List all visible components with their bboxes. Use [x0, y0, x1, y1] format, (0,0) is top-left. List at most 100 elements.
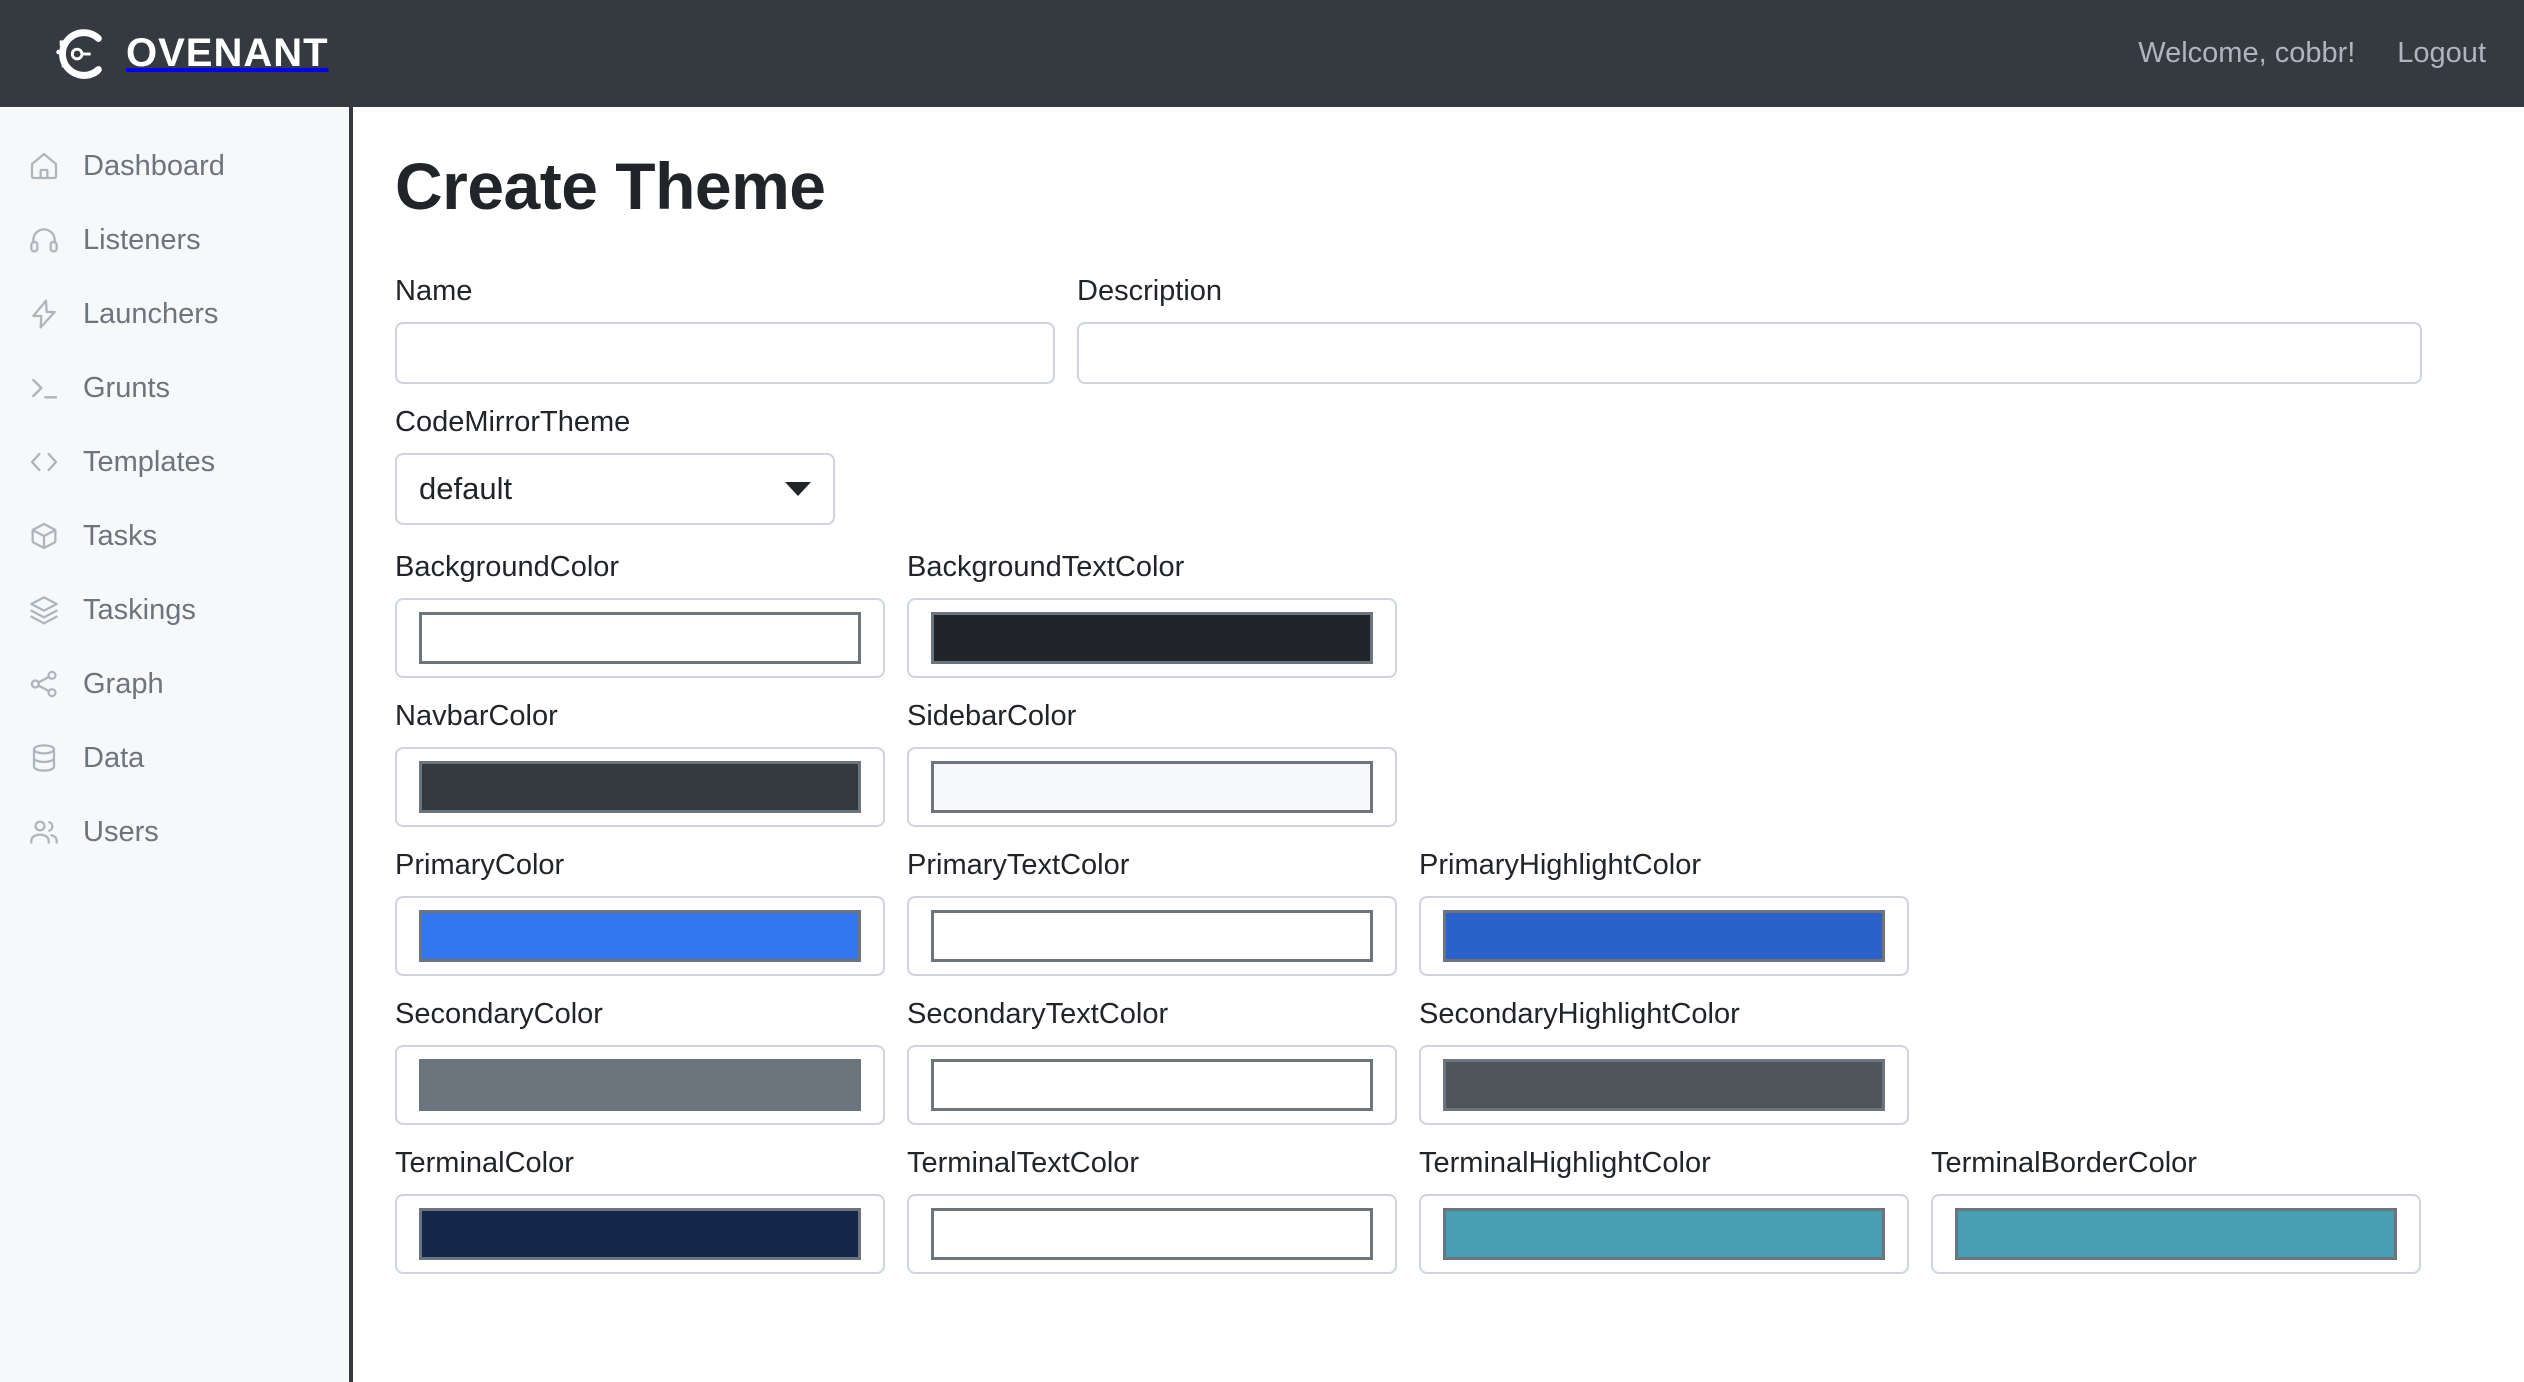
color-swatch — [931, 611, 1373, 664]
terminal-text-color-label: TerminalTextColor — [907, 1146, 1140, 1179]
terminal-border-color-picker[interactable] — [1931, 1193, 2421, 1274]
primary-text-color-label: PrimaryTextColor — [907, 848, 1130, 881]
secondary-color-group: SecondaryColor — [395, 998, 885, 1125]
welcome-message: Welcome, cobbr! — [2138, 37, 2356, 69]
color-swatch — [931, 760, 1373, 813]
primary-text-color-group: PrimaryTextColor — [907, 849, 1397, 976]
sidebar-item-templates[interactable]: Templates — [0, 425, 349, 499]
sidebar-nav: Dashboard Listeners Launchers Grunts Tem… — [0, 107, 353, 1382]
description-label: Description — [1077, 274, 1223, 307]
sidebar-item-tasks[interactable]: Tasks — [0, 499, 349, 573]
terminal-highlight-color-group: TerminalHighlightColor — [1419, 1147, 1909, 1274]
sidebar-item-data[interactable]: Data — [0, 721, 349, 795]
name-input[interactable] — [395, 321, 1055, 384]
color-row-primary: PrimaryColor PrimaryTextColor PrimaryHig… — [395, 849, 2488, 976]
brand-logo-link[interactable]: OVENANT — [50, 23, 329, 85]
terminal-text-color-picker[interactable] — [907, 1193, 1397, 1274]
codemirror-theme-group: CodeMirrorTheme default — [395, 406, 2488, 525]
brand-name: OVENANT — [126, 31, 329, 75]
logout-link[interactable]: Logout — [2397, 37, 2486, 70]
sidebar-color-label: SidebarColor — [907, 699, 1077, 732]
background-text-color-picker[interactable] — [907, 597, 1397, 678]
layers-icon — [27, 593, 61, 627]
navbar-color-label: NavbarColor — [395, 699, 558, 732]
sidebar-item-label: Templates — [83, 445, 216, 478]
sidebar-item-listeners[interactable]: Listeners — [0, 203, 349, 277]
navbar-color-group: NavbarColor — [395, 700, 885, 827]
main-content: Create Theme Name Description CodeMirror… — [357, 107, 2524, 1382]
box-icon — [27, 519, 61, 553]
navbar-right: Welcome, cobbr! Logout — [2138, 37, 2486, 70]
page-title: Create Theme — [395, 149, 826, 223]
sidebar-item-label: Grunts — [83, 371, 171, 404]
codemirror-theme-select[interactable]: default — [395, 452, 835, 525]
name-field-group: Name — [395, 275, 1055, 384]
primary-text-color-picker[interactable] — [907, 895, 1397, 976]
name-label: Name — [395, 274, 473, 307]
secondary-highlight-color-group: SecondaryHighlightColor — [1419, 998, 1909, 1125]
primary-color-picker[interactable] — [395, 895, 885, 976]
color-swatch — [419, 1058, 861, 1111]
sidebar-item-dashboard[interactable]: Dashboard — [0, 129, 349, 203]
primary-highlight-color-picker[interactable] — [1419, 895, 1909, 976]
codemirror-theme-label: CodeMirrorTheme — [395, 405, 631, 438]
secondary-text-color-group: SecondaryTextColor — [907, 998, 1397, 1125]
color-swatch — [1443, 909, 1885, 962]
primary-highlight-color-label: PrimaryHighlightColor — [1419, 848, 1702, 881]
color-swatch — [931, 1207, 1373, 1260]
terminal-color-picker[interactable] — [395, 1193, 885, 1274]
color-row-background: BackgroundColor BackgroundTextColor — [395, 551, 2488, 678]
sidebar-item-label: Users — [83, 815, 159, 848]
code-brackets-icon — [27, 445, 61, 479]
sidebar-item-label: Graph — [83, 667, 164, 700]
color-swatch — [419, 1207, 861, 1260]
background-color-picker[interactable] — [395, 597, 885, 678]
navbar-color-picker[interactable] — [395, 746, 885, 827]
color-row-terminal: TerminalColor TerminalTextColor Terminal… — [395, 1147, 2488, 1274]
primary-color-label: PrimaryColor — [395, 848, 565, 881]
background-color-label: BackgroundColor — [395, 550, 620, 583]
sidebar-item-label: Dashboard — [83, 149, 225, 182]
lightning-bolt-icon — [27, 297, 61, 331]
terminal-text-color-group: TerminalTextColor — [907, 1147, 1397, 1274]
secondary-text-color-picker[interactable] — [907, 1044, 1397, 1125]
sidebar-item-label: Listeners — [83, 223, 201, 256]
codemirror-theme-selected-value: default — [419, 470, 513, 506]
color-swatch — [1955, 1207, 2397, 1260]
sidebar-item-grunts[interactable]: Grunts — [0, 351, 349, 425]
primary-highlight-color-group: PrimaryHighlightColor — [1419, 849, 1909, 976]
color-swatch — [1443, 1058, 1885, 1111]
color-swatch — [1443, 1207, 1885, 1260]
terminal-highlight-color-picker[interactable] — [1419, 1193, 1909, 1274]
color-swatch — [419, 909, 861, 962]
background-text-color-label: BackgroundTextColor — [907, 550, 1185, 583]
terminal-border-color-label: TerminalBorderColor — [1931, 1146, 2197, 1179]
background-text-color-group: BackgroundTextColor — [907, 551, 1397, 678]
terminal-color-label: TerminalColor — [395, 1146, 574, 1179]
sidebar-item-label: Tasks — [83, 519, 158, 552]
secondary-color-picker[interactable] — [395, 1044, 885, 1125]
sidebar-item-graph[interactable]: Graph — [0, 647, 349, 721]
sidebar-item-taskings[interactable]: Taskings — [0, 573, 349, 647]
sidebar-item-launchers[interactable]: Launchers — [0, 277, 349, 351]
sidebar-item-users[interactable]: Users — [0, 795, 349, 869]
color-swatch — [419, 760, 861, 813]
color-swatch — [419, 611, 861, 664]
secondary-color-label: SecondaryColor — [395, 997, 603, 1030]
terminal-highlight-color-label: TerminalHighlightColor — [1419, 1146, 1711, 1179]
sidebar-color-group: SidebarColor — [907, 700, 1397, 827]
secondary-highlight-color-label: SecondaryHighlightColor — [1419, 997, 1740, 1030]
sidebar-color-picker[interactable] — [907, 746, 1397, 827]
database-icon — [27, 741, 61, 775]
covenant-app: OVENANT Welcome, cobbr! Logout Dashboard — [0, 0, 2524, 1382]
primary-color-group: PrimaryColor — [395, 849, 885, 976]
color-swatch — [931, 909, 1373, 962]
headphones-icon — [27, 223, 61, 257]
secondary-highlight-color-picker[interactable] — [1419, 1044, 1909, 1125]
covenant-logo-icon — [50, 23, 112, 85]
color-row-navbar-sidebar: NavbarColor SidebarColor — [395, 700, 2488, 827]
description-field-group: Description — [1077, 275, 2422, 384]
secondary-text-color-label: SecondaryTextColor — [907, 997, 1169, 1030]
description-input[interactable] — [1077, 321, 2422, 384]
terminal-color-group: TerminalColor — [395, 1147, 885, 1274]
